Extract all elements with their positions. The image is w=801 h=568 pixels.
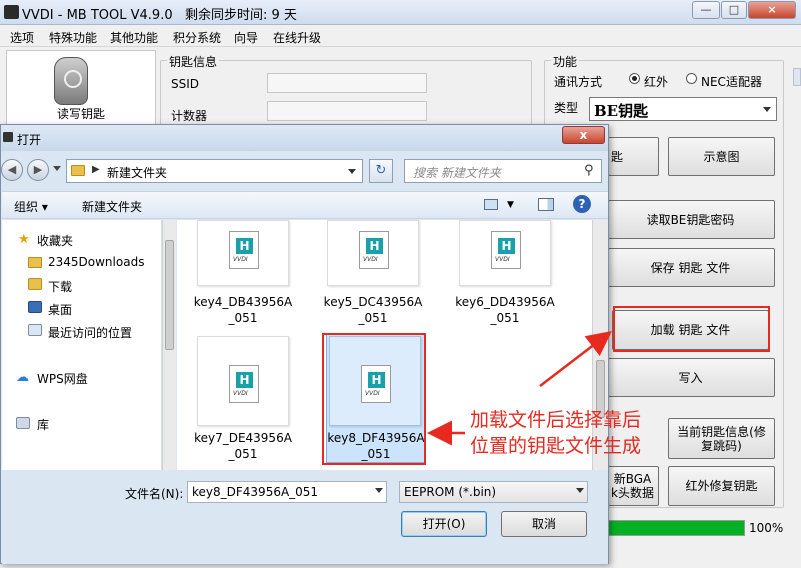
annotation-arrows	[427, 330, 612, 446]
annotation-line1: 加载文件后选择靠后	[470, 409, 642, 431]
arrow-to-load-button	[539, 330, 612, 387]
annotation-line2: 位置的钥匙文件生成	[470, 435, 642, 457]
annotation-note: 加载文件后选择靠后 位置的钥匙文件生成	[470, 407, 641, 459]
